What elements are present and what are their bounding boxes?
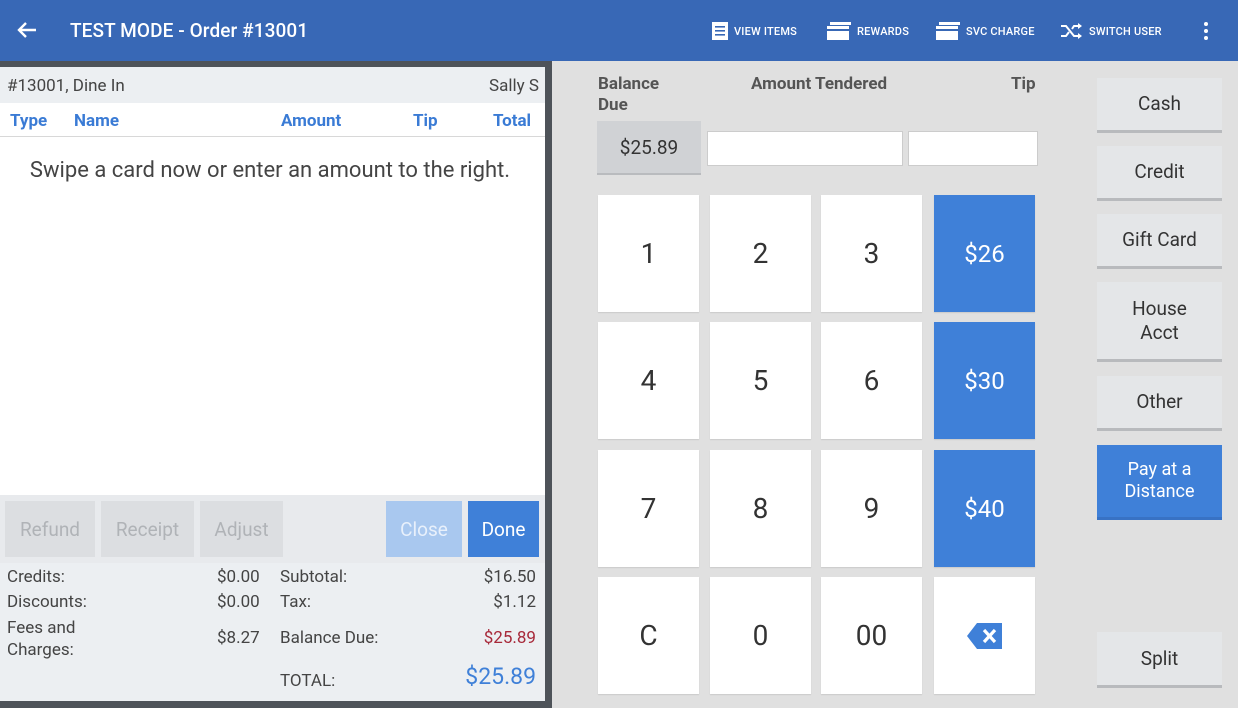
fees-value: $8.27 xyxy=(217,628,260,648)
server-name: Sally S xyxy=(489,76,539,96)
back-arrow-icon[interactable] xyxy=(16,18,38,42)
switch-user-button[interactable]: SWITCH USER xyxy=(1060,20,1162,42)
order-panel: #13001, Dine In Sally S Type Name Amount… xyxy=(0,67,545,701)
order-totals: Credits: $0.00 Discounts: $0.00 Fees and… xyxy=(0,563,545,701)
backspace-key[interactable] xyxy=(934,577,1035,694)
column-total: Total xyxy=(493,111,532,131)
other-button[interactable]: Other xyxy=(1097,376,1222,431)
rewards-button[interactable]: REWARDS xyxy=(826,20,909,42)
amount-tendered-input[interactable] xyxy=(707,131,903,166)
cash-button[interactable]: Cash xyxy=(1097,78,1222,133)
top-app-bar: TEST MODE - Order #13001 VIEW ITEMS REWA… xyxy=(0,0,1238,61)
credit-button[interactable]: Credit xyxy=(1097,146,1222,201)
balance-due-header: Balance Due xyxy=(598,74,660,115)
key-clear[interactable]: C xyxy=(598,577,699,694)
svc-charge-label: SVC CHARGE xyxy=(966,24,1035,38)
key-7[interactable]: 7 xyxy=(598,450,699,567)
adjust-button[interactable]: Adjust xyxy=(200,501,283,557)
key-8[interactable]: 8 xyxy=(710,450,811,567)
total-label: TOTAL: xyxy=(280,671,336,691)
key-0[interactable]: 0 xyxy=(710,577,811,694)
balance-due-label: Balance Due: xyxy=(280,628,379,648)
key-2[interactable]: 2 xyxy=(710,195,811,312)
column-type: Type xyxy=(10,111,48,131)
key-1[interactable]: 1 xyxy=(598,195,699,312)
credits-value: $0.00 xyxy=(217,567,260,587)
credits-label: Credits: xyxy=(7,567,65,587)
amount-tendered-header: Amount Tendered xyxy=(751,74,888,94)
split-button[interactable]: Split xyxy=(1097,632,1222,688)
discounts-label: Discounts: xyxy=(7,592,87,612)
order-header: #13001, Dine In Sally S xyxy=(0,67,545,103)
column-name: Name xyxy=(74,111,119,131)
card-icon xyxy=(936,22,960,40)
more-options-icon[interactable] xyxy=(1198,20,1214,42)
view-items-label: VIEW ITEMS xyxy=(734,24,798,38)
gift-card-button[interactable]: Gift Card xyxy=(1097,214,1222,269)
order-actions-bar: Refund Receipt Adjust Close Done xyxy=(0,495,545,563)
backspace-icon xyxy=(966,622,1002,649)
column-tip: Tip xyxy=(413,111,438,131)
subtotal-value: $16.50 xyxy=(483,567,536,587)
fees-label: Fees and Charges: xyxy=(7,618,76,660)
subtotal-label: Subtotal: xyxy=(280,567,348,587)
tip-input[interactable] xyxy=(908,131,1038,166)
key-6[interactable]: 6 xyxy=(821,322,922,439)
quick-amount-40[interactable]: $40 xyxy=(934,450,1035,567)
key-9[interactable]: 9 xyxy=(821,450,922,567)
page-title: TEST MODE - Order #13001 xyxy=(70,19,309,42)
view-items-button[interactable]: VIEW ITEMS xyxy=(711,20,797,42)
payment-columns-header: Type Name Amount Tip Total xyxy=(0,103,545,137)
close-button[interactable]: Close xyxy=(386,501,462,557)
total-value: $25.89 xyxy=(465,663,536,690)
rewards-label: REWARDS xyxy=(857,24,910,38)
pay-at-distance-button[interactable]: Pay at a Distance xyxy=(1097,445,1222,520)
column-amount: Amount xyxy=(281,111,342,131)
receipt-button[interactable]: Receipt xyxy=(101,501,194,557)
tax-label: Tax: xyxy=(280,592,312,612)
svc-charge-button[interactable]: SVC CHARGE xyxy=(935,20,1035,42)
tax-value: $1.12 xyxy=(493,592,536,612)
card-icon xyxy=(827,22,851,40)
key-00[interactable]: 00 xyxy=(821,577,922,694)
balance-due-display: $25.89 xyxy=(597,121,701,175)
tip-header: Tip xyxy=(1011,74,1036,94)
key-4[interactable]: 4 xyxy=(598,322,699,439)
quick-amount-26[interactable]: $26 xyxy=(934,195,1035,312)
balance-due-value: $25.89 xyxy=(483,628,536,648)
quick-amount-30[interactable]: $30 xyxy=(934,322,1035,439)
discounts-value: $0.00 xyxy=(217,592,260,612)
key-5[interactable]: 5 xyxy=(710,322,811,439)
order-label: #13001, Dine In xyxy=(7,76,125,96)
swipe-instructions: Swipe a card now or enter an amount to t… xyxy=(29,158,511,183)
house-acct-button[interactable]: House Acct xyxy=(1097,282,1222,362)
shuffle-icon xyxy=(1061,23,1082,39)
list-icon xyxy=(712,22,728,40)
done-button[interactable]: Done xyxy=(468,501,539,557)
refund-button[interactable]: Refund xyxy=(5,501,95,557)
switch-user-label: SWITCH USER xyxy=(1089,24,1162,38)
key-3[interactable]: 3 xyxy=(821,195,922,312)
